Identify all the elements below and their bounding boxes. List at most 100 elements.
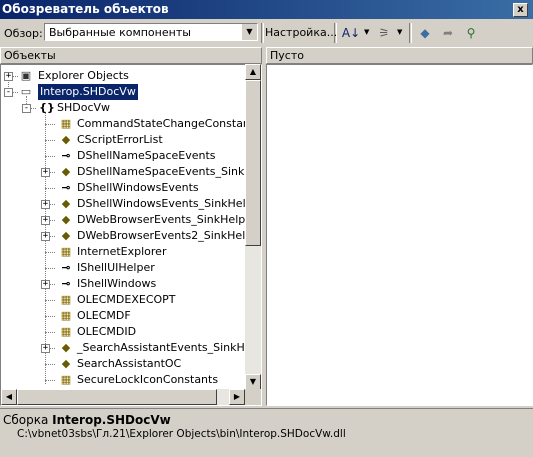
tree-row[interactable]: ▦ OLECMDID [1, 324, 246, 340]
tree-row[interactable]: ▦ OLECMDF [1, 308, 246, 324]
class-icon: ◆ [61, 357, 71, 370]
scroll-thumb[interactable] [17, 389, 217, 405]
tree-item-label: DShellWindowsEvents [77, 181, 199, 194]
tree-row[interactable]: - ▭ Interop.SHDocVw [1, 83, 246, 101]
project-icon: ▣ [20, 69, 32, 82]
close-button[interactable]: x [513, 3, 528, 17]
scroll-down-button[interactable]: ▼ [245, 374, 261, 390]
interface-icon: ⊸ [61, 181, 71, 194]
sort-objects-icon[interactable]: A↓ [340, 24, 362, 42]
tree-guide-line [45, 188, 55, 189]
tree-guide-line [45, 332, 55, 333]
tree-item-label: CommandStateChangeConstants [77, 117, 260, 130]
tree-row[interactable]: ▦ CommandStateChangeConstants [1, 116, 260, 132]
expand-node-icon[interactable]: + [41, 216, 50, 225]
tree-item-label: CScriptErrorList [77, 133, 163, 146]
tree-vertical-scrollbar[interactable]: ▲ ▼ [245, 64, 261, 390]
enum-icon: ▦ [60, 373, 72, 386]
enum-icon: ▦ [60, 245, 72, 258]
objects-tree[interactable]: + ▣ Explorer Objects - ▭ Interop.SHDocVw -{} SH… [0, 64, 262, 406]
members-pane-header: Пусто [266, 47, 533, 64]
class-icon: ◆ [61, 229, 71, 242]
scroll-corner [245, 389, 261, 405]
tree-row[interactable]: + ◆ DShellWindowsEvents_SinkHelper [1, 196, 261, 212]
tree-item-label: SearchAssistantOC [77, 357, 182, 370]
interface-icon: ⊸ [61, 277, 71, 290]
tree-row[interactable]: + ◆ DWebBrowserEvents_SinkHelper [1, 212, 257, 228]
group-dropdown-icon[interactable]: ▼ [397, 28, 402, 36]
class-icon: ◆ [61, 197, 71, 210]
tree-guide-line [45, 252, 55, 253]
tree-row[interactable]: + ◆ DWebBrowserEvents2_SinkHelper [1, 228, 261, 244]
tree-guide-line [45, 156, 55, 157]
members-list[interactable] [266, 64, 533, 406]
tree-item-label: SHDocVw [57, 101, 111, 114]
assembly-path: C:\vbnet03sbs\Гл.21\Explorer Objects\bin… [17, 428, 346, 440]
assembly-name: Interop.SHDocVw [52, 413, 171, 427]
browse-combobox[interactable]: Выбранные компоненты ▼ [44, 23, 258, 41]
tree-item-label: DShellNameSpaceEvents [77, 149, 216, 162]
tree-row[interactable]: ◆ CScriptErrorList [1, 132, 246, 148]
tree-row[interactable]: ▦ SecureLockIconConstants [1, 372, 246, 388]
tree-item-label: IShellWindows [77, 277, 157, 290]
tree-item-label: OLECMDID [77, 325, 137, 338]
enum-icon: ▦ [60, 309, 72, 322]
go-back-icon[interactable]: ◆ [414, 24, 436, 42]
objects-pane-header: Объекты [0, 47, 262, 64]
tree-row[interactable]: + ◆ DShellNameSpaceEvents_SinkHelper [1, 164, 261, 180]
tree-item-label: _SearchAssistantEvents_SinkHelpe [77, 341, 262, 354]
tree-item-label: DWebBrowserEvents2_SinkHelper [77, 229, 262, 242]
go-forward-icon[interactable]: ➦ [437, 24, 459, 42]
expand-node-icon[interactable]: + [41, 232, 50, 241]
tree-row[interactable]: ⊸ IShellUIHelper [1, 260, 246, 276]
sort-dropdown-icon[interactable]: ▼ [364, 28, 369, 36]
assembly-icon: ▭ [20, 85, 32, 98]
expand-node-icon[interactable]: + [41, 280, 50, 289]
tree-row[interactable]: ⊸ DShellNameSpaceEvents [1, 148, 246, 164]
expand-node-icon[interactable]: + [41, 200, 50, 209]
tree-guide-line [45, 124, 55, 125]
enum-icon: ▦ [60, 293, 72, 306]
scroll-right-button[interactable]: ▶ [229, 389, 245, 405]
tree-row[interactable]: + ⊸ IShellWindows [1, 276, 246, 292]
tree-guide-line [45, 140, 55, 141]
tree-row[interactable]: -{} SHDocVw [1, 100, 246, 116]
collapse-node-icon[interactable]: - [22, 104, 31, 113]
browse-dropdown-button[interactable]: ▼ [241, 24, 257, 40]
tree-row[interactable]: + ▣ Explorer Objects [1, 68, 246, 84]
expand-node-icon[interactable]: + [41, 344, 50, 353]
scroll-up-button[interactable]: ▲ [245, 64, 261, 80]
toolbar-separator [334, 23, 337, 43]
expand-node-icon[interactable]: + [4, 72, 13, 81]
namespace-icon: {} [39, 101, 55, 114]
window-title: Обозреватель объектов [2, 2, 169, 16]
tree-guide-line [45, 268, 55, 269]
browse-label: Обзор: [4, 27, 43, 40]
tree-item-label: InternetExplorer [77, 245, 167, 258]
tree-row[interactable]: ▦ InternetExplorer [1, 244, 246, 260]
scroll-left-button[interactable]: ◀ [1, 389, 17, 405]
tree-guide-line [45, 316, 55, 317]
tree-item-label: Explorer Objects [38, 69, 129, 82]
browse-value: Выбранные компоненты [49, 26, 191, 39]
scroll-thumb[interactable] [245, 80, 261, 246]
tree-guide-line [45, 380, 55, 381]
tree-row[interactable]: ▦ OLECMDEXECOPT [1, 292, 246, 308]
find-symbol-icon[interactable]: ⚲ [460, 24, 482, 42]
tree-row[interactable]: ◆ SearchAssistantOC [1, 356, 246, 372]
group-members-icon[interactable]: ⚞ [373, 24, 395, 42]
tree-row[interactable]: ⊸ DShellWindowsEvents [1, 180, 246, 196]
enum-icon: ▦ [60, 117, 72, 130]
settings-button[interactable]: Настройка... [265, 26, 337, 39]
interface-icon: ⊸ [61, 261, 71, 274]
tree-item-label: OLECMDF [77, 309, 131, 322]
toolbar-separator [261, 23, 264, 43]
tree-row[interactable]: + ◆ _SearchAssistantEvents_SinkHelpe [1, 340, 261, 356]
assembly-prefix: Сборка [3, 413, 49, 427]
class-icon: ◆ [61, 165, 71, 178]
description-pane: Сборка Interop.SHDocVw C:\vbnet03sbs\Гл.… [0, 408, 533, 457]
collapse-node-icon[interactable]: - [4, 88, 13, 97]
expand-node-icon[interactable]: + [41, 168, 50, 177]
tree-horizontal-scrollbar[interactable]: ◀ ▶ [1, 389, 245, 405]
interface-icon: ⊸ [61, 149, 71, 162]
